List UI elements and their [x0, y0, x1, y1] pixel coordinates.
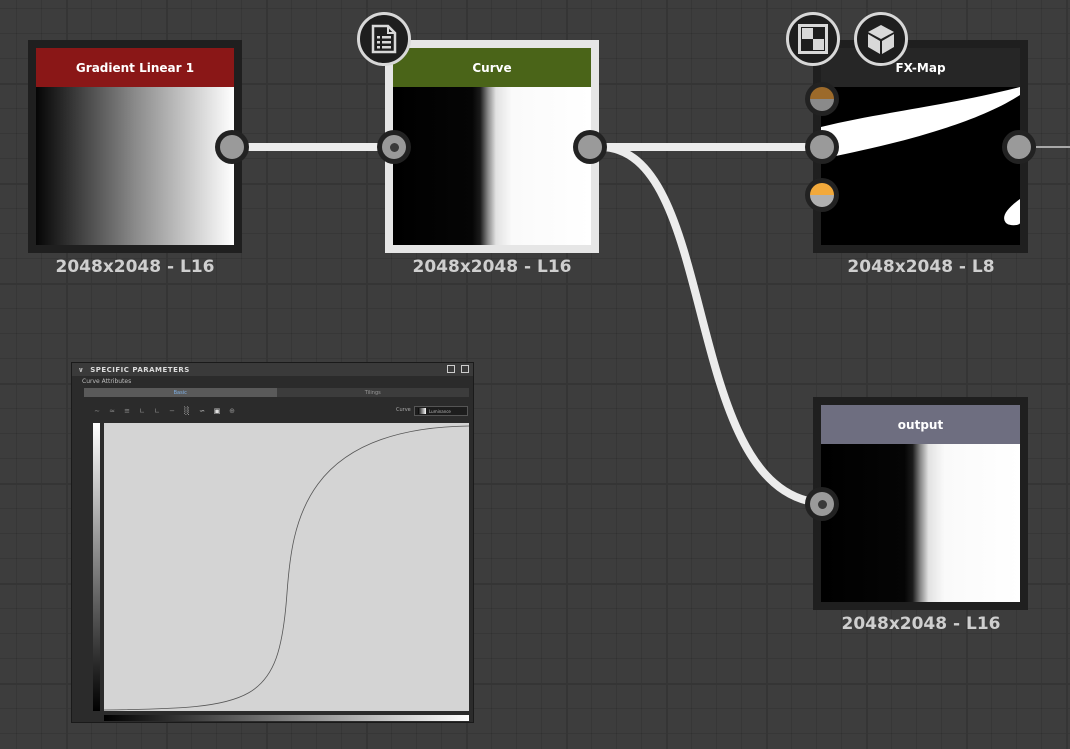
node-thumbnail [393, 87, 591, 245]
bezier-icon[interactable]: ≅ [122, 407, 132, 415]
fxmap-input-port-1[interactable] [805, 82, 839, 116]
panel-float-icon[interactable] [447, 365, 455, 373]
output-gradient-bar [93, 423, 100, 711]
fit-view-icon[interactable]: ▣ [212, 407, 222, 415]
node-resolution: 2048x2048 - L16 [412, 257, 572, 277]
channel-select[interactable]: Luminance [414, 406, 468, 416]
channel-swatch [418, 408, 426, 414]
checker-icon[interactable] [786, 12, 840, 66]
smooth-point-icon[interactable]: ∼ [92, 407, 102, 415]
curve-graph[interactable] [104, 423, 469, 711]
reset-icon[interactable]: − [167, 407, 177, 415]
node-gradient-linear[interactable]: Gradient Linear 1 [28, 40, 242, 253]
document-list-icon[interactable] [357, 12, 411, 66]
node-thumbnail [36, 87, 234, 245]
panel-header-label: SPECIFIC PARAMETERS [90, 365, 190, 374]
curve-mode-icon[interactable]: ∽ [197, 407, 207, 415]
curve-attributes-label: Curve Attributes [82, 378, 132, 385]
node-resolution: 2048x2048 - L8 [847, 257, 995, 277]
crosshair-icon[interactable]: ⊕ [227, 407, 237, 415]
channel-select-value: Luminance [429, 408, 451, 414]
specific-parameters-panel: ∨ SPECIFIC PARAMETERS Curve Attributes B… [71, 362, 474, 723]
output-input-port[interactable] [805, 487, 839, 521]
curve-toolbar: ∼ ≈ ≅ ∟ ∟ − ░ ∽ ▣ ⊕ [92, 405, 468, 417]
node-thumbnail [821, 87, 1020, 245]
wire-curve-to-output [596, 143, 824, 507]
tab-tilings[interactable]: Tilings [277, 388, 470, 397]
tab-basic[interactable]: Basic [84, 388, 277, 397]
flatten-icon[interactable]: ∟ [152, 407, 162, 415]
node-output[interactable]: output [813, 397, 1028, 610]
node-title: Gradient Linear 1 [36, 48, 234, 87]
panel-menu-icon[interactable] [461, 365, 469, 373]
linear-point-icon[interactable]: ≈ [107, 407, 117, 415]
node-resolution: 2048x2048 - L16 [55, 257, 215, 277]
collapse-chevron-icon[interactable]: ∨ [78, 366, 84, 374]
input-gradient-bar [104, 715, 469, 721]
fxmap-input-port-3[interactable] [805, 178, 839, 212]
node-title: output [821, 405, 1020, 444]
params-tabs: Basic Tilings [84, 388, 469, 397]
node-title: Curve [393, 48, 591, 87]
cube-icon[interactable] [854, 12, 908, 66]
panel-header: ∨ SPECIFIC PARAMETERS [72, 363, 473, 376]
node-fx-map[interactable]: FX-Map [813, 40, 1028, 253]
histogram-icon[interactable]: ░ [182, 407, 192, 415]
step-icon[interactable]: ∟ [137, 407, 147, 415]
node-title: FX-Map [821, 48, 1020, 87]
channel-label: Curve [396, 407, 411, 413]
node-thumbnail [821, 444, 1020, 602]
curve-output-port[interactable] [573, 130, 607, 164]
curve-input-port[interactable] [377, 130, 411, 164]
node-curve[interactable]: Curve [385, 40, 599, 253]
node-resolution: 2048x2048 - L16 [841, 614, 1001, 634]
fxmap-output-port[interactable] [1002, 130, 1036, 164]
curve-line [104, 425, 469, 711]
fxmap-input-port-2[interactable] [805, 130, 839, 164]
gradient-output-port[interactable] [215, 130, 249, 164]
